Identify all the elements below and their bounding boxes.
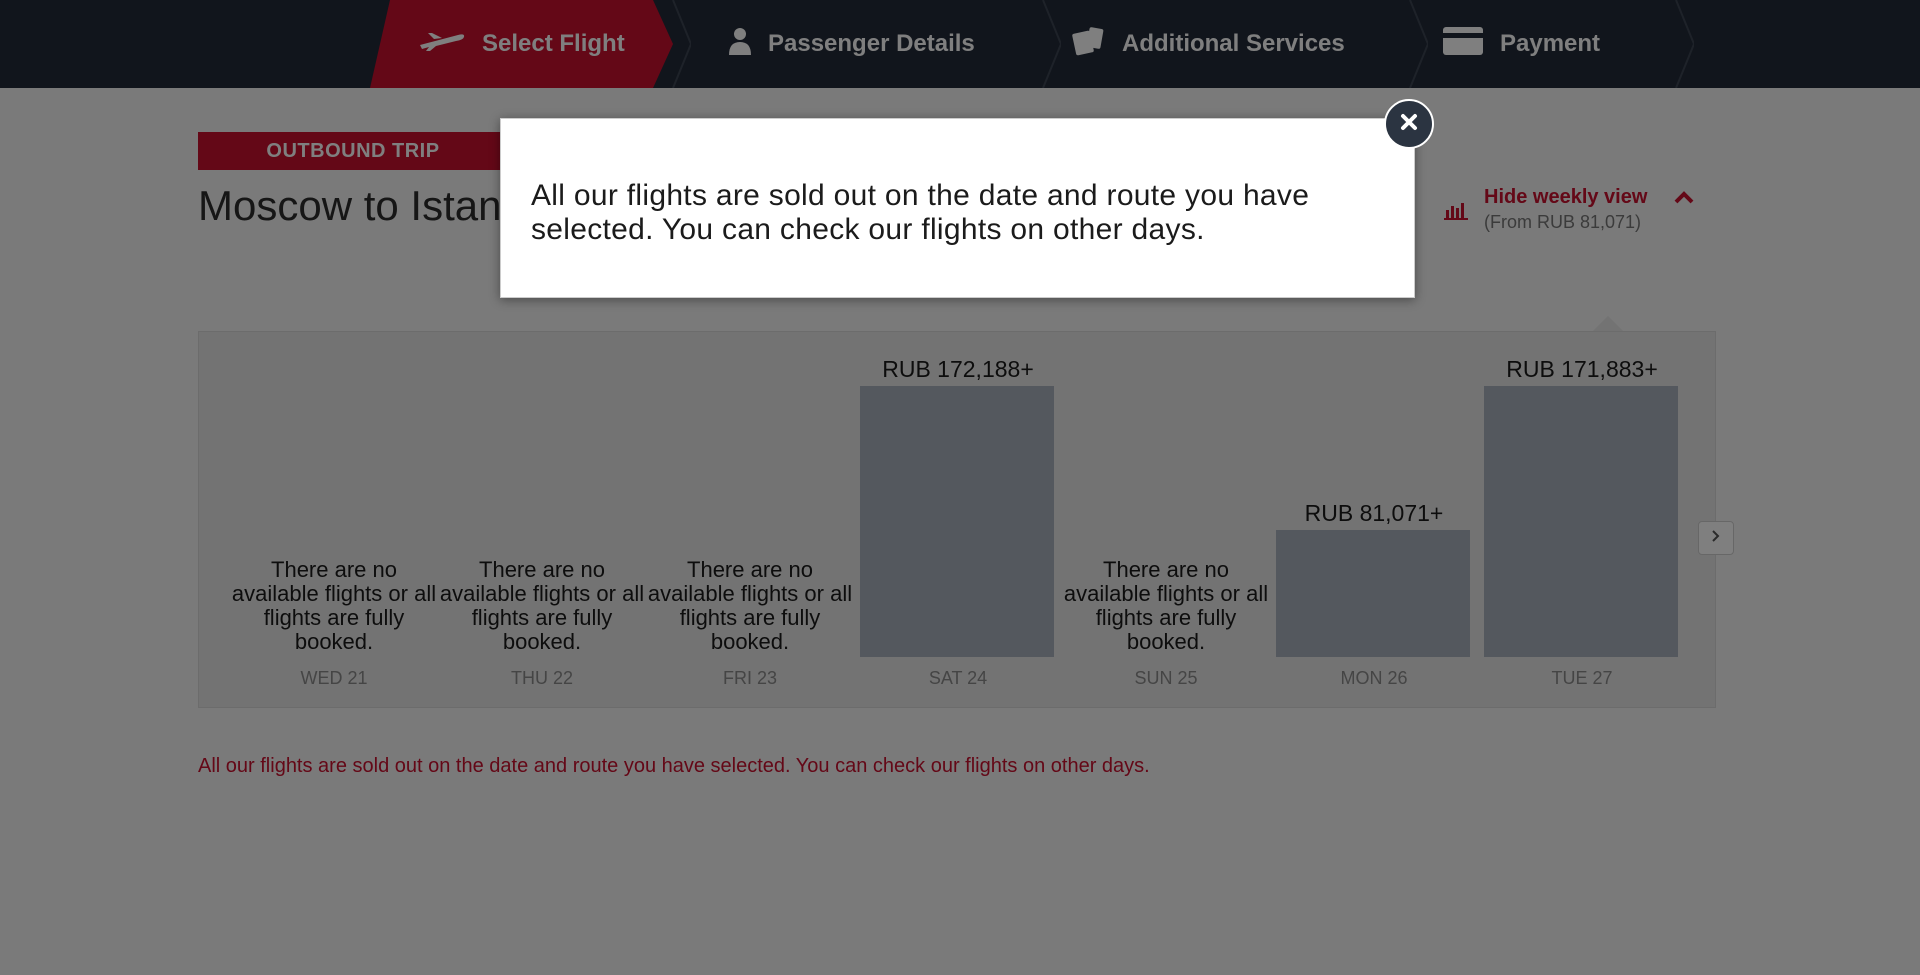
- modal-message: All our flights are sold out on the date…: [531, 179, 1310, 246]
- close-icon: [1400, 113, 1418, 136]
- sold-out-modal: All our flights are sold out on the date…: [500, 118, 1415, 298]
- modal-close-button[interactable]: [1384, 99, 1434, 149]
